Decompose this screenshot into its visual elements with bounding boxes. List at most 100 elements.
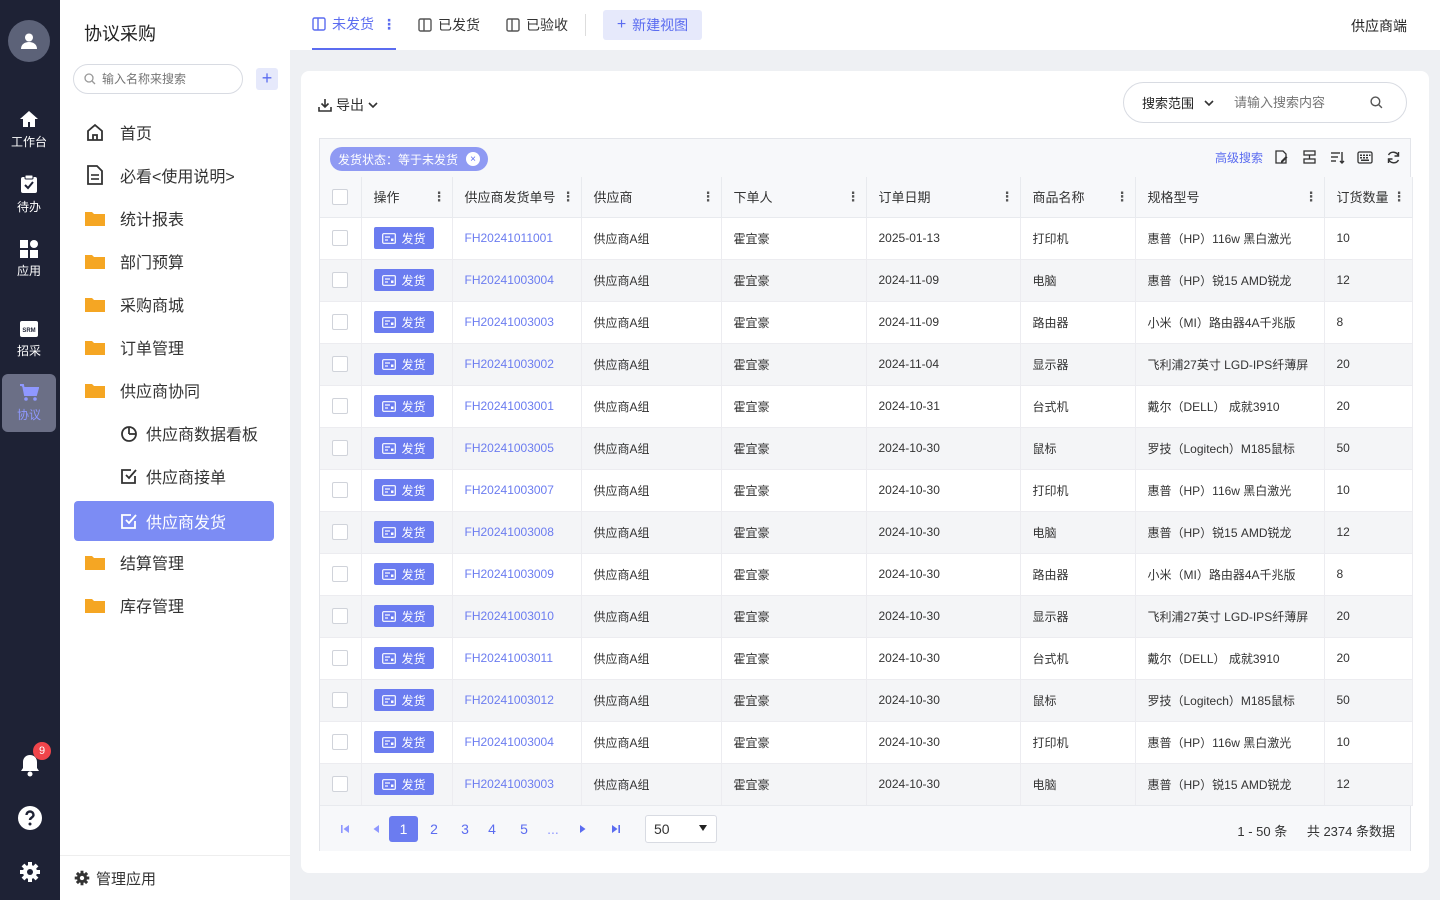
sidebar-search[interactable]: [73, 64, 243, 94]
group-icon[interactable]: [1300, 148, 1318, 166]
search-scope-select[interactable]: 搜索范围: [1142, 93, 1214, 112]
shipment-no-link[interactable]: FH20241003012: [465, 693, 554, 707]
row-checkbox[interactable]: [332, 230, 348, 246]
shipment-no-link[interactable]: FH20241003001: [465, 399, 554, 413]
column-menu-icon[interactable]: ⋮: [1393, 189, 1406, 205]
column-menu-icon[interactable]: ⋮: [847, 189, 860, 205]
ship-button[interactable]: 发货: [373, 773, 434, 795]
row-checkbox[interactable]: [332, 272, 348, 288]
menu-item-supplier-collab[interactable]: 供应商协同: [74, 370, 274, 410]
column-header[interactable]: 规格型号 ⋮: [1135, 177, 1325, 218]
table-row[interactable]: 发货 FH20241003003 供应商A组 霍宜豪 2024-10-30 电脑 惠普（HP…: [320, 763, 1413, 806]
shipment-no-link[interactable]: FH20241003002: [465, 357, 554, 371]
add-button[interactable]: +: [256, 68, 278, 90]
page-5[interactable]: 5: [511, 816, 537, 842]
row-checkbox[interactable]: [332, 776, 348, 792]
table-row[interactable]: 发货 FH20241003009 供应商A组 霍宜豪 2024-10-30 路由器 小米（M…: [320, 553, 1413, 596]
edit-doc-icon[interactable]: [1272, 148, 1290, 166]
new-view-button[interactable]: + 新建视图: [603, 10, 702, 40]
row-checkbox[interactable]: [332, 314, 348, 330]
menu-item-supplier-ship[interactable]: 供应商发货: [74, 501, 274, 541]
rail-item-workbench[interactable]: 工作台: [2, 100, 56, 158]
rail-item-agreement[interactable]: 协议: [2, 374, 56, 432]
table-row[interactable]: 发货 FH20241003012 供应商A组 霍宜豪 2024-10-30 鼠标 罗技（Lo…: [320, 679, 1413, 722]
ship-button[interactable]: 发货: [373, 689, 434, 711]
tab-accepted[interactable]: 已验收: [506, 0, 568, 50]
shipment-no-link[interactable]: FH20241003003: [465, 315, 554, 329]
menu-item-budget[interactable]: 部门预算: [74, 241, 274, 281]
menu-item-guide[interactable]: 必看<使用说明>: [74, 155, 274, 195]
export-button[interactable]: 导出: [318, 95, 378, 115]
table-row[interactable]: 发货 FH20241003011 供应商A组 霍宜豪 2024-10-30 台式机 戴尔（D…: [320, 637, 1413, 680]
menu-item-reports[interactable]: 统计报表: [74, 198, 274, 238]
sidebar-search-input[interactable]: [102, 72, 232, 86]
column-header[interactable]: 下单人 ⋮: [721, 177, 867, 218]
row-checkbox[interactable]: [332, 692, 348, 708]
settings-button[interactable]: [15, 857, 45, 887]
table-row[interactable]: 发货 FH20241003004 供应商A组 霍宜豪 2024-10-30 打印机 惠普（H…: [320, 721, 1413, 764]
prev-page-icon[interactable]: [363, 816, 389, 842]
shipment-no-link[interactable]: FH20241003010: [465, 609, 554, 623]
table-row[interactable]: 发货 FH20241003002 供应商A组 霍宜豪 2024-11-04 显示器 飞利浦2…: [320, 343, 1413, 386]
ship-button[interactable]: 发货: [373, 437, 434, 459]
help-button[interactable]: [15, 803, 45, 833]
last-page-icon[interactable]: [603, 816, 629, 842]
row-checkbox[interactable]: [332, 482, 348, 498]
supplier-end-label[interactable]: 供应商端: [1351, 16, 1407, 36]
row-checkbox[interactable]: [332, 398, 348, 414]
ship-button[interactable]: 发货: [373, 605, 434, 627]
table-row[interactable]: 发货 FH20241003008 供应商A组 霍宜豪 2024-10-30 电脑 惠普（HP…: [320, 511, 1413, 554]
shipment-no-link[interactable]: FH20241003008: [465, 525, 554, 539]
row-checkbox[interactable]: [332, 650, 348, 666]
page-4[interactable]: 4: [479, 816, 505, 842]
shipment-no-link[interactable]: FH20241011001: [465, 231, 554, 245]
menu-item-supplier-accept[interactable]: 供应商接单: [74, 456, 274, 496]
column-menu-icon[interactable]: ⋮: [1001, 189, 1014, 205]
table-row[interactable]: 发货 FH20241003005 供应商A组 霍宜豪 2024-10-30 鼠标 罗技（Lo…: [320, 427, 1413, 470]
page-3[interactable]: 3: [452, 816, 478, 842]
column-header[interactable]: 供应商 ⋮: [581, 177, 722, 218]
column-menu-icon[interactable]: ⋮: [433, 189, 446, 205]
select-all-checkbox[interactable]: [332, 189, 348, 206]
ship-button[interactable]: 发货: [373, 269, 434, 291]
menu-item-orders[interactable]: 订单管理: [74, 327, 274, 367]
row-checkbox[interactable]: [332, 524, 348, 540]
avatar[interactable]: [8, 20, 50, 62]
menu-item-inventory[interactable]: 库存管理: [74, 585, 274, 625]
column-header[interactable]: 订货数量 ⋮: [1324, 177, 1413, 218]
column-menu-icon[interactable]: ⋮: [702, 189, 715, 205]
tab-shipped[interactable]: 已发货: [418, 0, 480, 50]
ship-button[interactable]: 发货: [373, 647, 434, 669]
search-input[interactable]: [1234, 95, 1365, 110]
row-checkbox[interactable]: [332, 356, 348, 372]
column-header[interactable]: 操作 ⋮: [361, 177, 453, 218]
table-row[interactable]: 发货 FH20241003004 供应商A组 霍宜豪 2024-11-09 电脑 惠普（HP…: [320, 259, 1413, 302]
menu-item-settlement[interactable]: 结算管理: [74, 542, 274, 582]
menu-item-home[interactable]: 首页: [74, 112, 274, 152]
shipment-no-link[interactable]: FH20241003009: [465, 567, 554, 581]
shipment-no-link[interactable]: FH20241003007: [465, 483, 554, 497]
table-row[interactable]: 发货 FH20241003003 供应商A组 霍宜豪 2024-11-09 路由器 小米（M…: [320, 301, 1413, 344]
ship-button[interactable]: 发货: [373, 479, 434, 501]
ship-button[interactable]: 发货: [373, 227, 434, 249]
table-row[interactable]: 发货 FH20241003007 供应商A组 霍宜豪 2024-10-30 打印机 惠普（H…: [320, 469, 1413, 512]
column-header[interactable]: 订单日期 ⋮: [866, 177, 1021, 218]
notification-button[interactable]: 9: [15, 742, 51, 780]
column-menu-icon[interactable]: ⋮: [1116, 189, 1129, 205]
ship-button[interactable]: 发货: [373, 521, 434, 543]
page-2[interactable]: 2: [421, 816, 447, 842]
page-1[interactable]: 1: [389, 816, 418, 842]
menu-item-mall[interactable]: 采购商城: [74, 284, 274, 324]
tab-more-icon[interactable]: ⋮: [382, 16, 396, 33]
manage-apps-button[interactable]: 管理应用: [60, 855, 290, 900]
ship-button[interactable]: 发货: [373, 353, 434, 375]
tab-unshipped[interactable]: 未发货 ⋮: [312, 0, 396, 50]
table-row[interactable]: 发货 FH20241011001 供应商A组 霍宜豪 2025-01-13 打印机 惠普（H…: [320, 217, 1413, 260]
shipment-no-link[interactable]: FH20241003004: [465, 735, 554, 749]
ship-button[interactable]: 发货: [373, 395, 434, 417]
refresh-icon[interactable]: [1384, 148, 1402, 166]
row-checkbox[interactable]: [332, 440, 348, 456]
table-row[interactable]: 发货 FH20241003001 供应商A组 霍宜豪 2024-10-31 台式机 戴尔（D…: [320, 385, 1413, 428]
close-icon[interactable]: ×: [466, 152, 481, 166]
column-menu-icon[interactable]: ⋮: [1305, 189, 1318, 205]
